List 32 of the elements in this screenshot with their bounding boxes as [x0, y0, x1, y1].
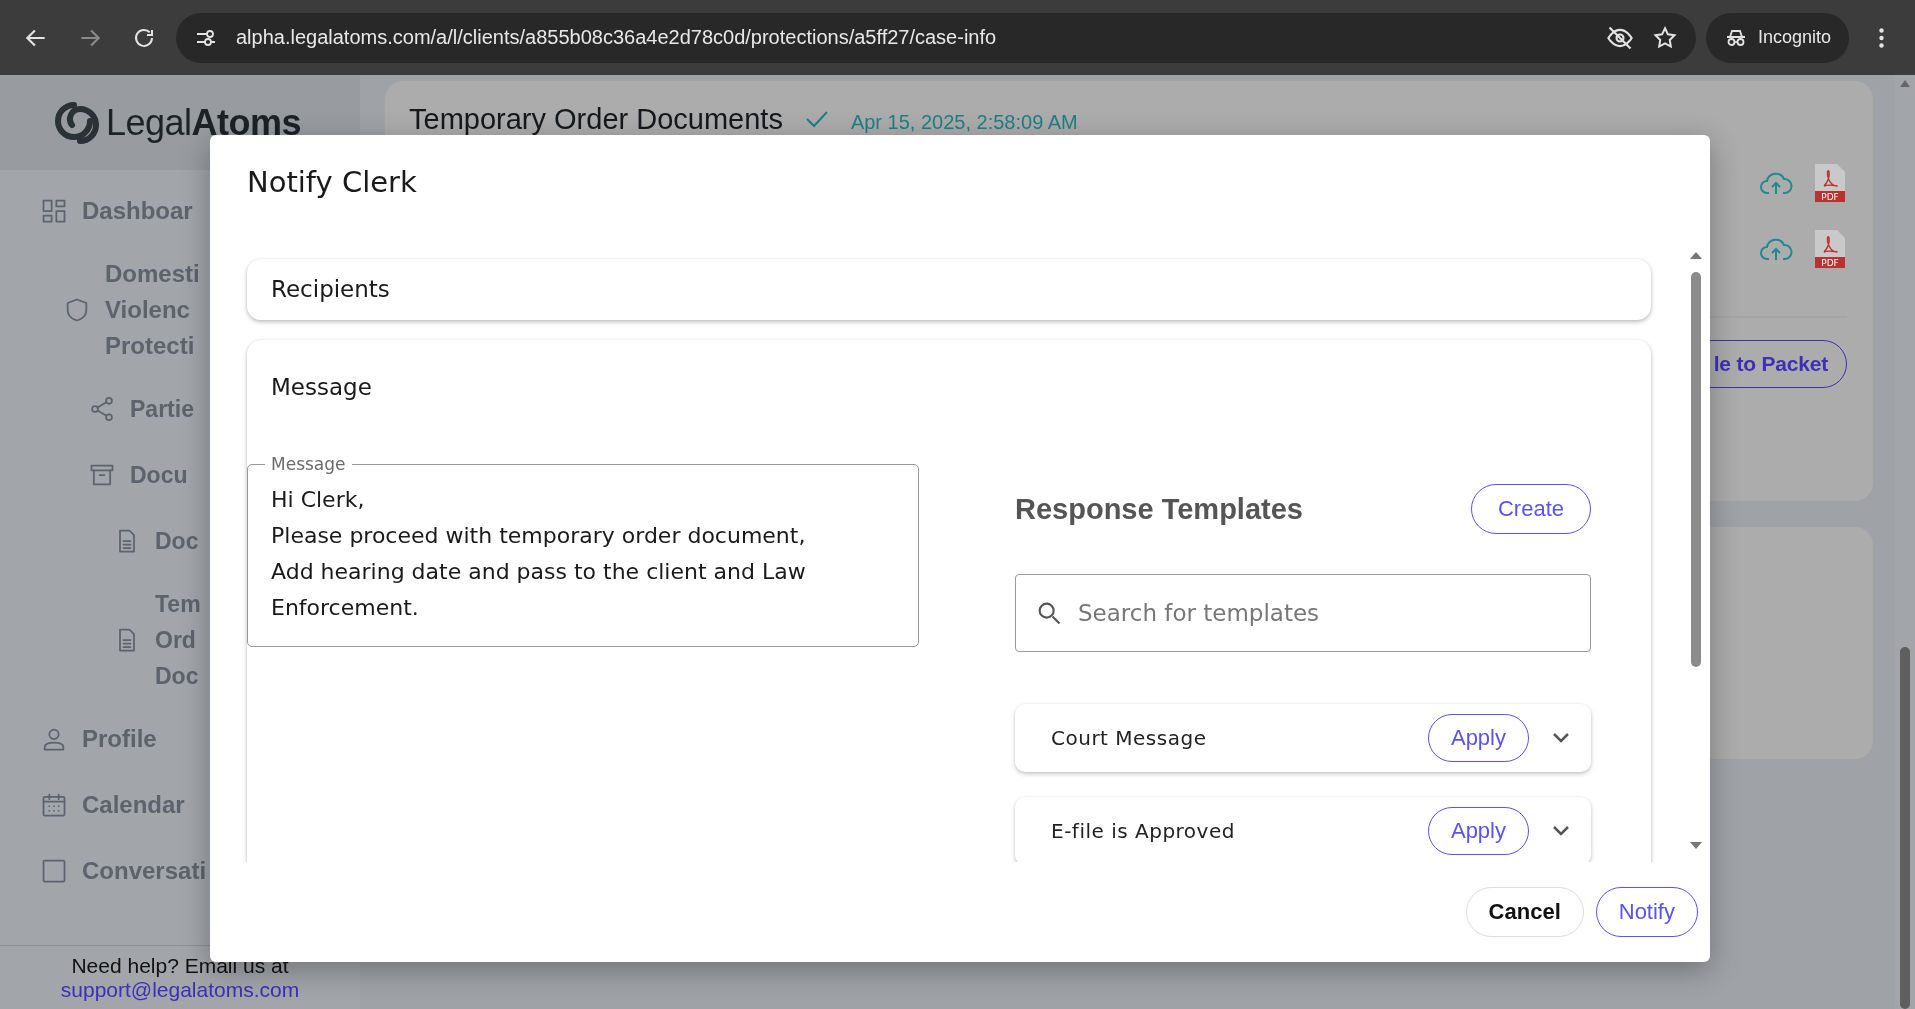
saved-timestamp: Apr 15, 2025, 2:58:09 AM [850, 111, 1078, 134]
url-text: alpha.legalatoms.com/a/l/clients/a855b08c36a4e2d78c0d/protections/a5ff27/case-info [236, 26, 998, 49]
recipients-panel[interactable]: Recipients [247, 259, 1651, 320]
templates-heading: Response Templates [1015, 492, 1303, 526]
notify-button[interactable]: Notify [1595, 887, 1698, 937]
logo-text: LegalAtoms [106, 101, 302, 144]
more-icon [1878, 27, 1884, 48]
template-name: E-file is Approved [1051, 819, 1236, 843]
apply-button[interactable]: Apply [1427, 714, 1529, 762]
share-icon [88, 395, 116, 423]
template-search-field[interactable]: Search for templates [1015, 574, 1591, 652]
section-heading: Message [270, 373, 373, 402]
pdf-file-icon[interactable]: PDF [1815, 230, 1845, 268]
logo-icon [54, 99, 100, 146]
template-name: Court Message [1051, 726, 1208, 750]
dialog-title: Notify Clerk [246, 164, 418, 201]
message-field[interactable]: Message Hi Clerk, Please proceed with temporary order document, Add hearing date and pass to the client and Law Enforcement. [247, 454, 919, 647]
calendar-icon [40, 791, 68, 819]
square-icon [40, 857, 68, 885]
star-icon[interactable] [1651, 24, 1678, 51]
chevron-down-icon[interactable] [1551, 731, 1571, 745]
incognito-button[interactable]: Incognito [1705, 12, 1849, 63]
email-link[interactable]: support@legalatoms.com [60, 978, 300, 1002]
create-button[interactable]: Create [1470, 484, 1591, 534]
cancel-button[interactable]: Cancel [1465, 887, 1584, 937]
document-title: Temporary Order Documents [409, 103, 783, 136]
check-icon [804, 109, 829, 129]
apply-button[interactable]: Apply [1427, 807, 1529, 855]
grid-icon [40, 197, 68, 225]
pdf-file-icon[interactable]: PDF [1815, 164, 1845, 202]
address-bar[interactable]: alpha.legalatoms.com/a/l/clients/a855b08c36a4e2d78c0d/protections/a5ff27/case-info [176, 12, 1696, 63]
chevron-down-icon[interactable] [1551, 824, 1571, 838]
